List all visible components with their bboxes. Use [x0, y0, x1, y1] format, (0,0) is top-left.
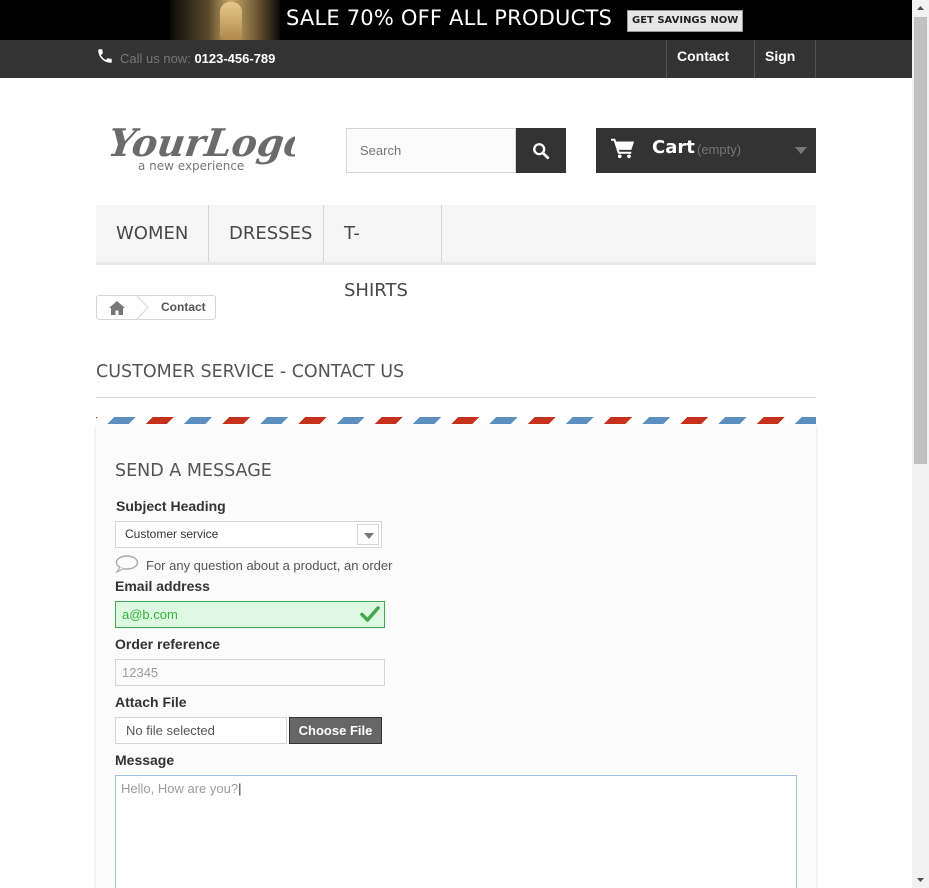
breadcrumb-home[interactable]: [97, 296, 137, 319]
cart-button[interactable]: Cart (empty): [596, 128, 816, 173]
promo-banner[interactable]: SALE 70% OFF ALL PRODUCTS GET SAVINGS NO…: [0, 0, 912, 40]
call-label: Call us now:: [120, 51, 191, 66]
main-menu: WOMEN DRESSES T-SHIRTS: [96, 205, 816, 301]
sign-in-link[interactable]: Sign in: [754, 40, 816, 96]
scroll-up-icon[interactable]: [912, 0, 929, 17]
page: SALE 70% OFF ALL PRODUCTS GET SAVINGS NO…: [0, 0, 912, 888]
banner-sale-text: SALE 70% OFF ALL PRODUCTS: [286, 6, 613, 30]
file-upload[interactable]: No file selected Choose File: [115, 717, 385, 745]
email-field[interactable]: a@b.com: [115, 601, 385, 628]
logo-tagline: a new experience: [138, 159, 244, 173]
checkmark-icon: [360, 606, 380, 622]
scrollbar-thumb[interactable]: [914, 17, 927, 464]
home-icon: [109, 300, 125, 315]
subject-select[interactable]: Customer service: [115, 521, 382, 548]
contact-form: SEND A MESSAGE Subject Heading Customer …: [96, 424, 816, 888]
breadcrumb: Contact: [96, 295, 216, 320]
cart-label: Cart: [652, 137, 695, 158]
subject-hint-text: For any question about a product, an ord…: [146, 558, 393, 573]
menu-item-dresses[interactable]: DRESSES: [209, 205, 324, 262]
store-logo[interactable]: YourLogo a new experience: [110, 118, 295, 178]
cart-icon: [611, 138, 635, 159]
search-bar: [346, 128, 566, 173]
contact-us-link[interactable]: Contact us: [666, 40, 755, 96]
search-icon: [533, 142, 550, 159]
page-title: CUSTOMER SERVICE - CONTACT US: [96, 362, 816, 398]
airmail-stripes: [96, 417, 816, 424]
breadcrumb-current: Contact: [161, 300, 206, 314]
scroll-down-icon[interactable]: [912, 871, 929, 888]
message-value: Hello, How are you?: [121, 781, 239, 796]
chevron-down-icon: [795, 147, 807, 154]
subject-hint: For any question about a product, an ord…: [115, 555, 415, 575]
message-textarea[interactable]: Hello, How are you?|: [115, 775, 797, 888]
phone-icon: [98, 49, 112, 63]
order-reference-field[interactable]: 12345: [115, 659, 385, 686]
speech-bubble-icon: [115, 555, 139, 573]
choose-file-button[interactable]: Choose File: [289, 717, 382, 744]
top-nav-bar: Call us now: 0123-456-789 Contact us Sig…: [0, 40, 912, 96]
menu-item-women[interactable]: WOMEN: [96, 205, 209, 262]
message-label: Message: [115, 752, 175, 768]
file-status: No file selected: [115, 717, 287, 744]
phone-number: 0123-456-789: [194, 51, 276, 66]
menu-item-tshirts[interactable]: T-SHIRTS: [324, 205, 442, 301]
call-us-text: Call us now: 0123-456-789: [120, 51, 275, 66]
search-button[interactable]: [516, 128, 566, 173]
email-label: Email address: [115, 578, 210, 594]
get-savings-button[interactable]: GET SAVINGS NOW: [627, 10, 744, 32]
attach-file-label: Attach File: [115, 694, 187, 710]
form-title: SEND A MESSAGE: [115, 461, 272, 481]
banner-model-photo: [170, 0, 280, 40]
subject-label: Subject Heading: [116, 498, 226, 514]
email-value: a@b.com: [122, 607, 178, 622]
vertical-scrollbar[interactable]: [912, 0, 929, 888]
subject-selected-value: Customer service: [125, 527, 219, 541]
cart-status: (empty): [697, 142, 742, 157]
order-reference-label: Order reference: [115, 636, 221, 652]
search-input[interactable]: [346, 128, 516, 173]
breadcrumb-separator: [136, 296, 149, 319]
order-reference-placeholder: 12345: [122, 665, 159, 680]
select-dropdown-icon[interactable]: [357, 524, 379, 545]
